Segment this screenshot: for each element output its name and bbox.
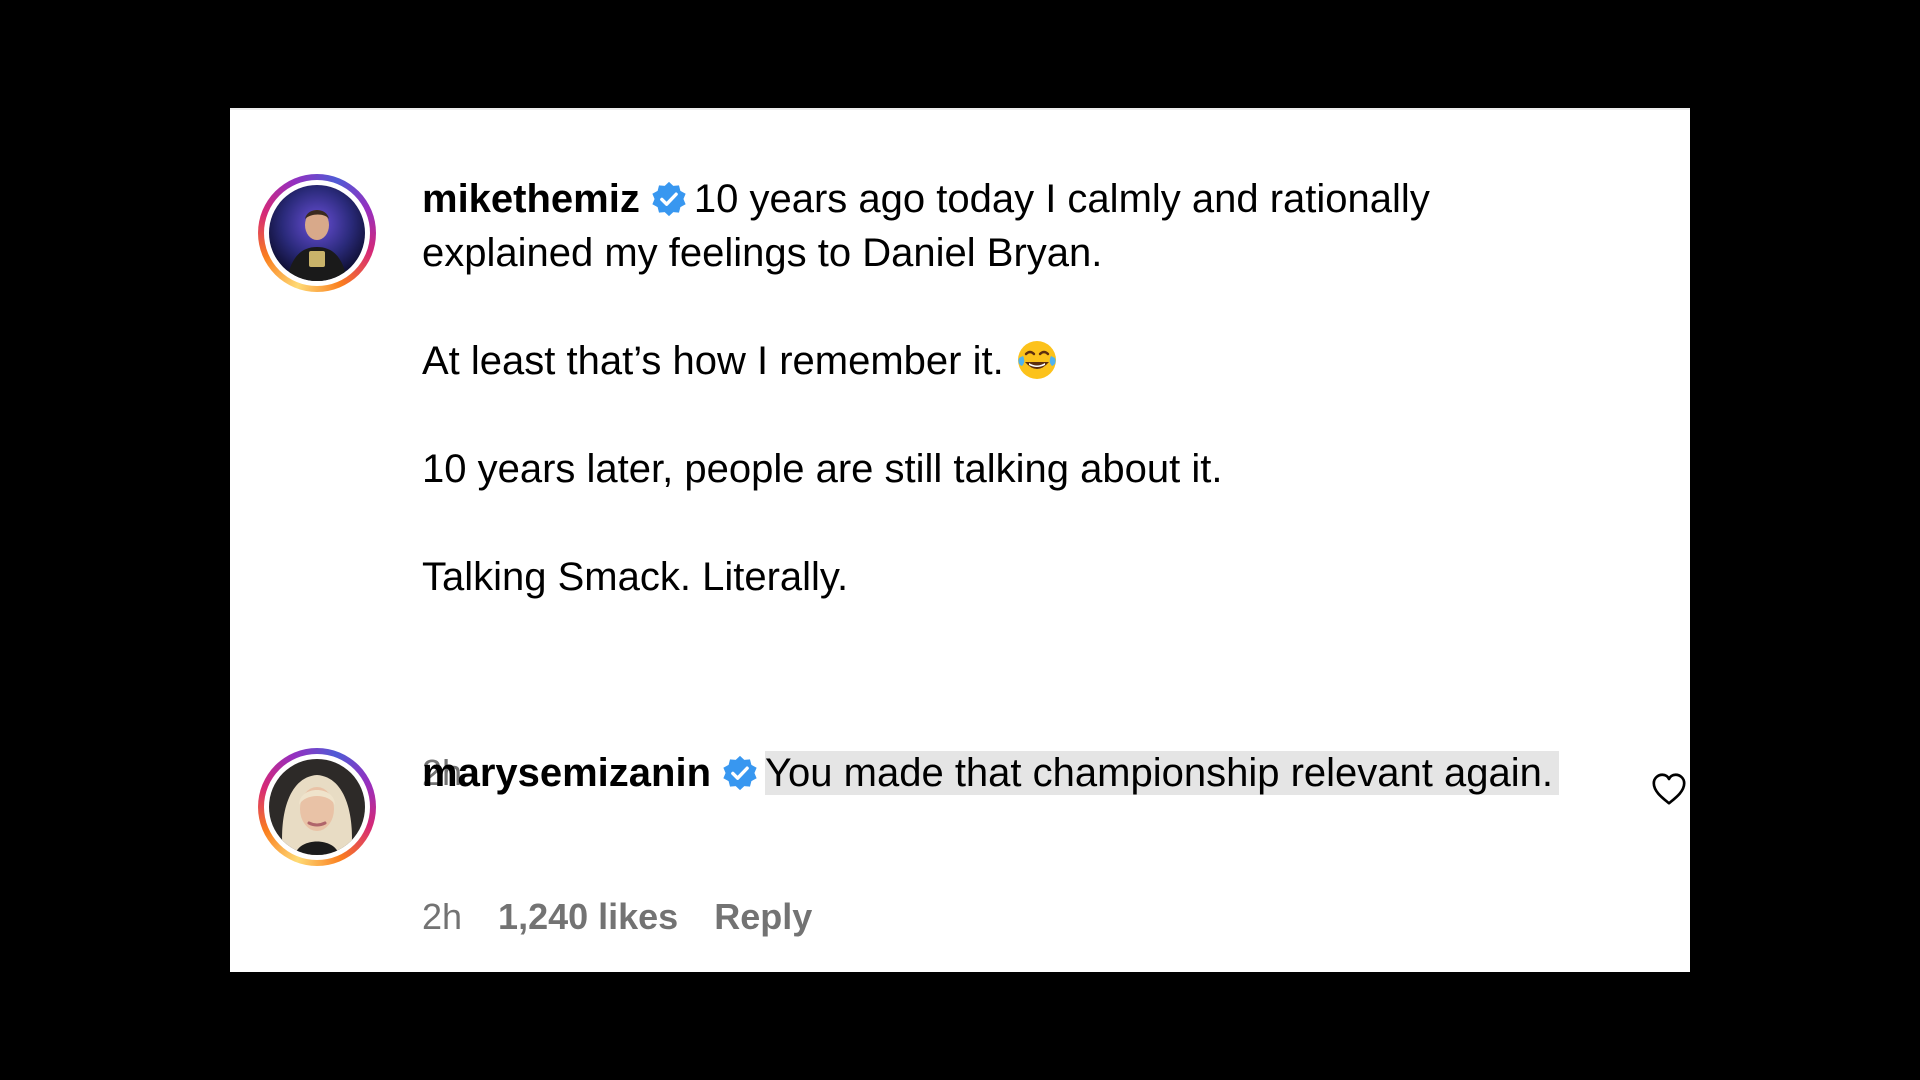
comment-username[interactable]: marysemizanin: [422, 751, 711, 795]
verified-badge-icon: [723, 755, 757, 791]
comment-meta: 2h 1,240 likes Reply: [422, 896, 812, 938]
likes-count[interactable]: 1,240 likes: [498, 896, 678, 938]
verified-badge-icon: [652, 181, 686, 217]
comment-username[interactable]: mikethemiz: [422, 177, 640, 221]
avatar-image-mikethemiz: [269, 185, 365, 281]
avatar[interactable]: [258, 174, 376, 292]
avatar[interactable]: [258, 748, 376, 866]
comments-panel: mikethemiz 10 years ago today I calmly an…: [230, 108, 1690, 972]
comment-text: You made that championship relevant agai…: [765, 751, 1559, 795]
comment-text: 10 years later, people are still talking…: [422, 447, 1223, 491]
face-with-tears-of-joy-icon: [1017, 341, 1056, 379]
comment-text: At least that’s how I remember it.: [422, 339, 1004, 383]
comment-body: mikethemiz 10 years ago today I calmly an…: [422, 172, 1572, 604]
like-heart-icon[interactable]: [1650, 770, 1688, 808]
comment-body: marysemizanin You made that championship …: [422, 746, 1572, 800]
comment-timestamp[interactable]: 2h: [422, 896, 462, 938]
reply-button[interactable]: Reply: [714, 896, 812, 938]
comment-text: Talking Smack. Literally.: [422, 555, 849, 599]
avatar-image-marysemizanin: [269, 759, 365, 855]
